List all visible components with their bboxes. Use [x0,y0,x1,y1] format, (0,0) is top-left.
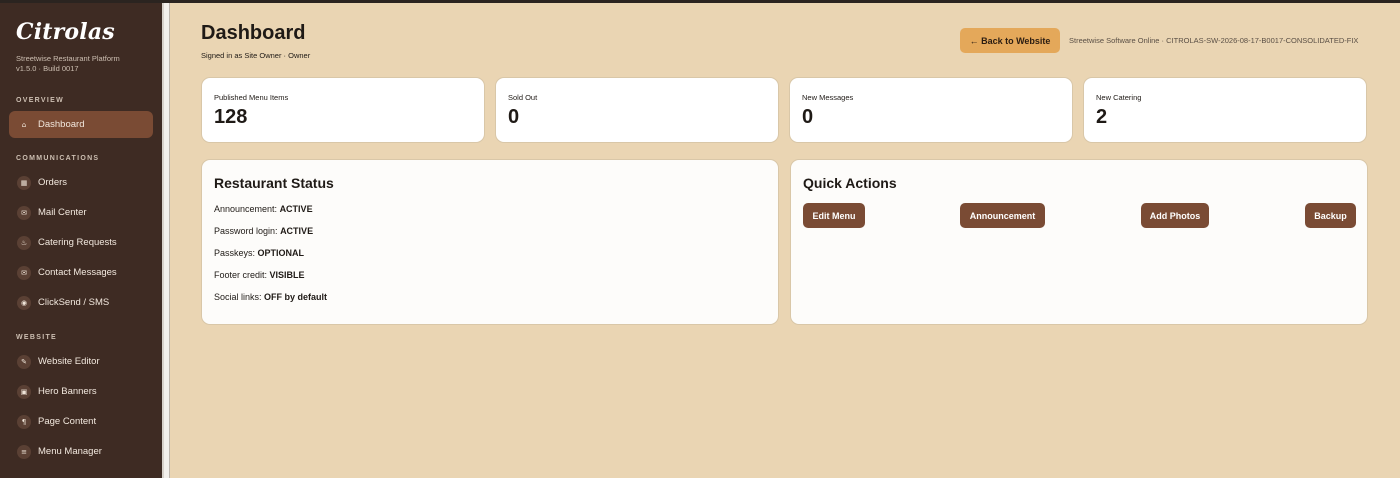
sidebar-item-website-editor[interactable]: ✎ Website Editor [9,348,153,375]
status-label: Passkeys: [214,248,256,258]
status-line-footer-credit: Footer credit: VISIBLE [214,270,305,280]
quick-actions-panel: Quick Actions Edit Menu Announcement Add… [790,159,1368,325]
stat-value: 0 [508,106,520,128]
stat-value: 2 [1096,106,1108,128]
restaurant-status-panel: Restaurant Status Announcement: ACTIVE P… [201,159,779,325]
sidebar-item-label: Menu Manager [38,446,102,457]
stat-card-published-menu-items: Published Menu Items 128 [201,77,485,143]
stat-label: New Messages [802,93,854,102]
sidebar-item-label: Page Content [38,416,97,427]
panel-title: Restaurant Status [214,175,334,191]
sidebar-item-menu-manager[interactable]: ≡ Menu Manager [9,438,153,465]
section-label-overview: OVERVIEW [16,97,65,104]
status-line-password-login: Password login: ACTIVE [214,226,313,236]
sms-icon: ◉ [17,295,31,310]
status-value: ACTIVE [279,204,313,214]
panel-title: Quick Actions [803,175,897,191]
software-status-text: Streetwise Software Online · CITROLAS-SW… [1069,36,1359,45]
window-top-strip [0,0,1400,3]
stat-label: Published Menu Items [214,93,289,102]
sidebar-item-label: Website Editor [38,356,100,367]
status-label: Social links: [214,292,262,302]
orders-icon: ▦ [17,175,31,190]
status-line-passkeys: Passkeys: OPTIONAL [214,248,304,258]
mail-icon: ✉ [17,205,31,220]
message-icon: ✉ [17,265,31,280]
sidebar-item-contact-messages[interactable]: ✉ Contact Messages [9,259,153,286]
section-label-communications: COMMUNICATIONS [16,155,100,162]
signed-in-text: Signed in as Site Owner · Owner [201,51,311,60]
pencil-icon: ✎ [17,354,31,369]
sidebar-scrollbar[interactable] [162,3,170,478]
list-icon: ≡ [17,444,31,459]
sidebar-item-label: Mail Center [38,207,87,218]
status-value: ACTIVE [280,226,314,236]
stat-card-new-messages: New Messages 0 [789,77,1073,143]
status-line-social-links: Social links: OFF by default [214,292,327,302]
add-photos-button[interactable]: Add Photos [1141,203,1209,228]
sidebar-item-hero-banners[interactable]: ▣ Hero Banners [9,378,153,405]
edit-menu-button[interactable]: Edit Menu [803,203,865,228]
stat-label: Sold Out [508,93,538,102]
sidebar-item-catering-requests[interactable]: ♨ Catering Requests [9,229,153,256]
back-to-website-button[interactable]: ← Back to Website [960,28,1060,53]
sidebar-item-label: Orders [38,177,68,188]
stat-value: 128 [214,106,248,128]
brand-logo: Citrolas [16,19,115,45]
announcement-button[interactable]: Announcement [960,203,1045,228]
status-label: Password login: [214,226,278,236]
status-value: OPTIONAL [257,248,305,258]
status-value: OFF by default [264,292,328,302]
sidebar-item-page-content[interactable]: ¶ Page Content [9,408,153,435]
home-icon: ⌂ [21,120,27,129]
stat-card-sold-out: Sold Out 0 [495,77,779,143]
sidebar: Citrolas Streetwise Restaurant Platform … [0,3,162,478]
sidebar-item-label: Catering Requests [38,237,117,248]
status-value: VISIBLE [269,270,305,280]
build-version: v1.5.0 · Build 0017 [16,64,79,73]
page-title: Dashboard [201,22,306,44]
banner-icon: ▣ [17,384,31,399]
backup-button[interactable]: Backup [1305,203,1356,228]
catering-icon: ♨ [17,235,31,250]
sidebar-item-label: Contact Messages [38,267,117,278]
status-label: Announcement: [214,204,278,214]
sidebar-item-orders[interactable]: ▦ Orders [9,169,153,196]
stat-label: New Catering [1096,93,1142,102]
platform-name: Streetwise Restaurant Platform [16,54,120,63]
sidebar-item-clicksend-sms[interactable]: ◉ ClickSend / SMS [9,289,153,316]
sidebar-item-label: Dashboard [38,119,85,130]
status-line-announcement: Announcement: ACTIVE [214,204,313,214]
paragraph-icon: ¶ [17,414,31,429]
stat-card-new-catering: New Catering 2 [1083,77,1367,143]
sidebar-item-label: Hero Banners [38,386,97,397]
stat-value: 0 [802,106,814,128]
sidebar-item-dashboard[interactable]: ⌂ Dashboard [9,111,153,138]
sidebar-item-label: ClickSend / SMS [38,297,110,308]
status-label: Footer credit: [214,270,268,280]
brand-subtitle: Streetwise Restaurant Platform v1.5.0 · … [16,54,120,74]
section-label-website: WEBSITE [16,334,57,341]
sidebar-item-mail-center[interactable]: ✉ Mail Center [9,199,153,226]
